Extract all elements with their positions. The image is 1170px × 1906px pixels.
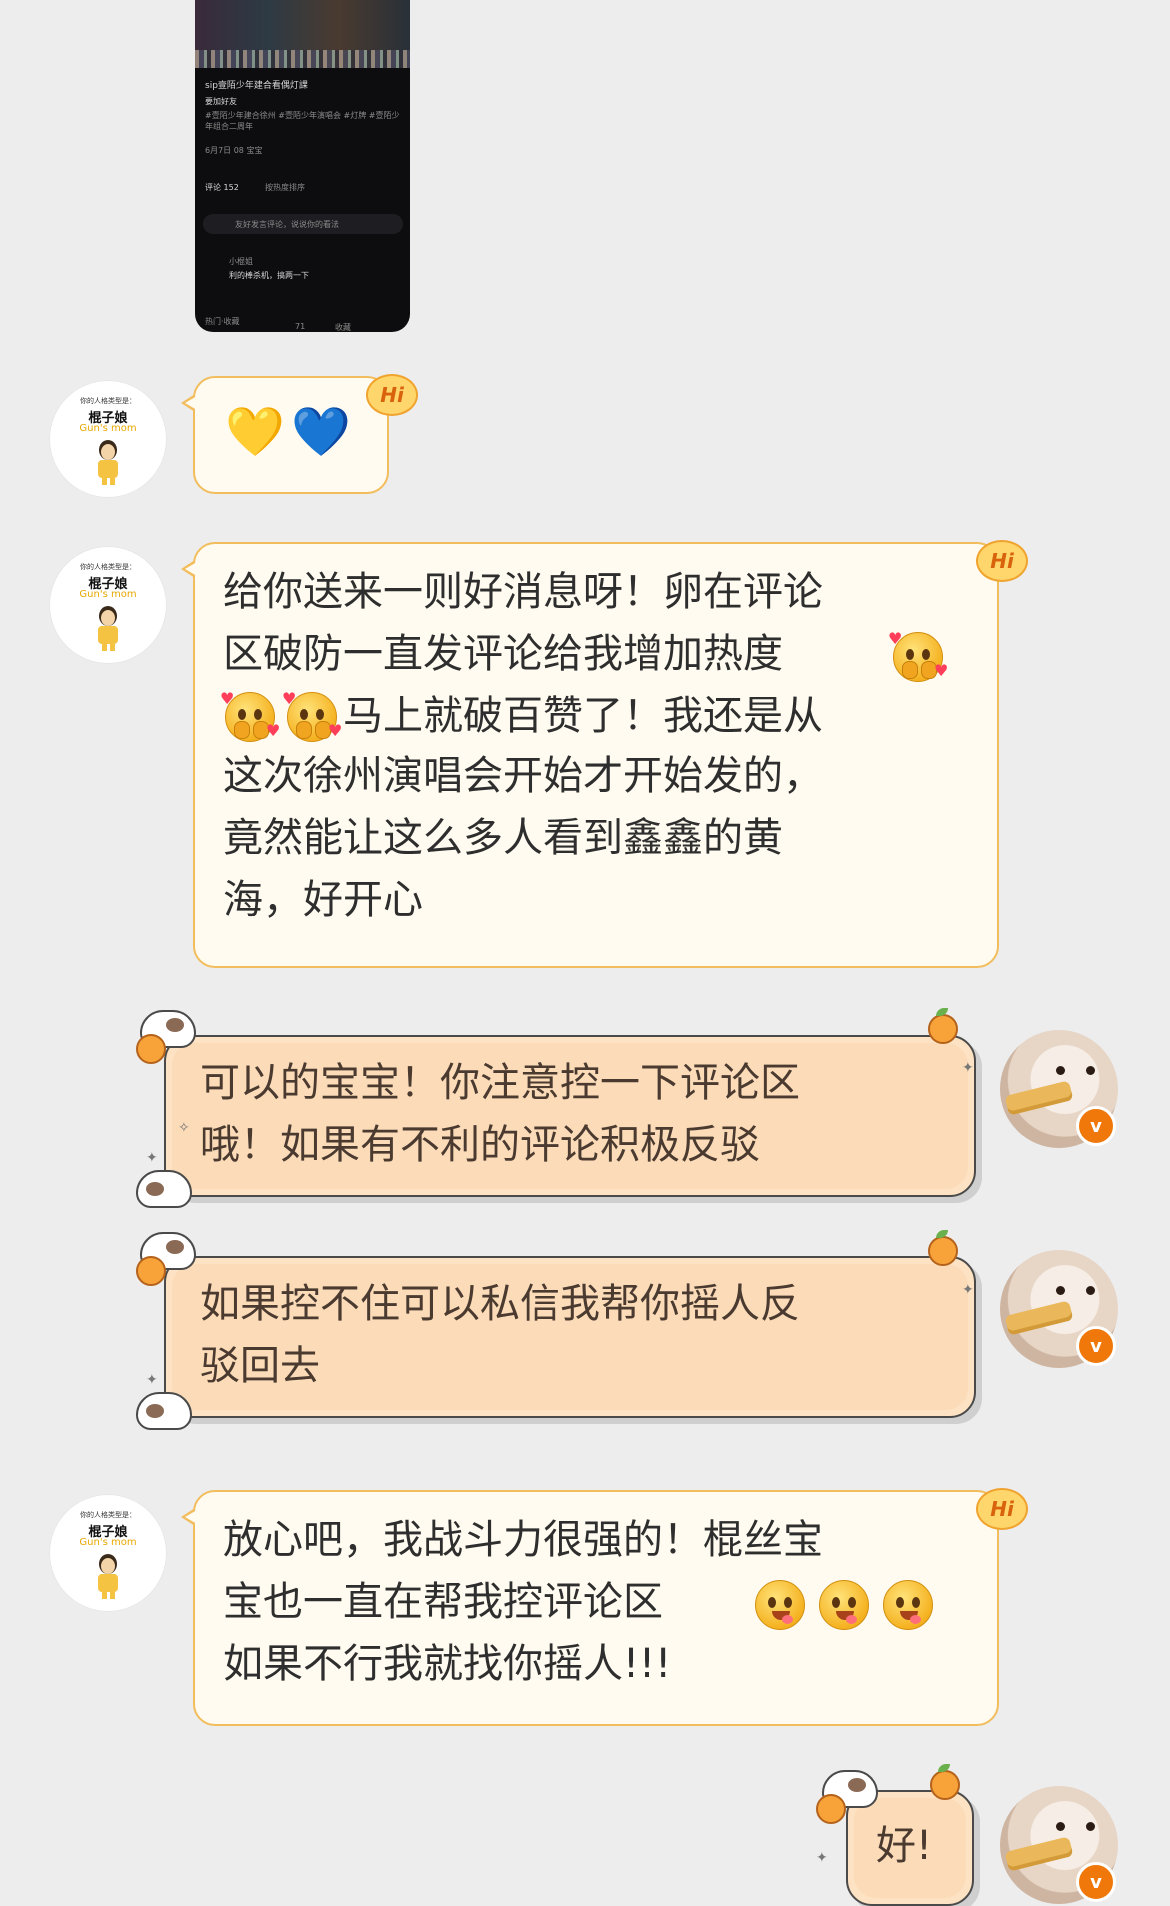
message-text-line: 好! — [876, 1823, 933, 1869]
user-avatar[interactable]: v — [1000, 1250, 1118, 1368]
avatar-en: Gun's mom — [79, 423, 137, 434]
message-text-line: 宝也一直在帮我控评论区 — [223, 1579, 663, 1625]
post-title: sip壹陌少年建合看偶灯課 — [205, 81, 308, 91]
contact-avatar[interactable]: 你的人格类型是： 棍子娘 Gun's mom — [49, 546, 167, 664]
post-like-count: 71 — [295, 322, 306, 331]
message-text-line: 这次徐州演唱会开始才开始发的， — [223, 753, 823, 799]
post-footer: 热门·收藏 — [205, 317, 240, 326]
post-sort: 按热度排序 — [265, 183, 305, 192]
blush-hearts-emoji-icon: ♥ ♥ — [888, 629, 949, 682]
message-text-line: 如果控不住可以私信我帮你摇人反 — [200, 1281, 800, 1327]
post-comment-count: 评论 152 — [205, 183, 239, 192]
yellow-heart-icon: 💛 — [225, 404, 285, 460]
hi-badge-icon: Hi — [976, 540, 1028, 582]
orange-sticker-icon — [928, 1014, 958, 1044]
yum-emoji-icon — [883, 1580, 933, 1630]
sparkle-icon: ✦ — [146, 1372, 158, 1388]
verified-badge-icon: v — [1076, 1326, 1116, 1366]
sparkle-icon: ✦ — [816, 1850, 828, 1866]
message-text-line: 马上就破百赞了！我还是从 — [343, 693, 823, 739]
hamster-sticker-icon — [136, 1392, 192, 1430]
message-bubble-reply-2[interactable]: 如果控不住可以私信我帮你摇人反 驳回去 — [164, 1256, 976, 1418]
orange-sticker-icon — [928, 1236, 958, 1266]
post-commenter: 小棍姐 — [229, 257, 253, 266]
message-bubble-reply-1[interactable]: 可以的宝宝！你注意控一下评论区 哦！如果有不利的评论积极反驳 — [164, 1035, 976, 1197]
message-text-line: 驳回去 — [200, 1343, 320, 1389]
message-text-line: 给你送来一则好消息呀！卵在评论 — [223, 569, 823, 615]
snack-icon — [1004, 1836, 1074, 1872]
snack-icon — [1004, 1080, 1074, 1116]
message-text-line: 海，好开心 — [223, 877, 423, 923]
post-date: 6月7日 08 宝宝 — [205, 146, 263, 155]
orange-sticker-icon — [136, 1256, 166, 1286]
contact-avatar[interactable]: 你的人格类型是： 棍子娘 Gun's mom — [49, 1494, 167, 1612]
blue-heart-icon: 💙 — [291, 404, 351, 460]
avatar-caption: 你的人格类型是： — [80, 1511, 136, 1519]
verified-badge-icon: v — [1076, 1106, 1116, 1146]
message-text-line: 可以的宝宝！你注意控一下评论区 — [200, 1060, 800, 1106]
person-figure-icon — [98, 606, 118, 651]
post-input-placeholder: 友好发言评论，说说你的看法 — [235, 220, 339, 229]
message-text-line: 哦！如果有不利的评论积极反驳 — [200, 1122, 760, 1168]
person-figure-icon — [98, 440, 118, 485]
avatar-caption: 你的人格类型是： — [80, 397, 136, 405]
sparkle-icon: ✦ — [962, 1282, 974, 1298]
user-avatar[interactable]: v — [1000, 1030, 1118, 1148]
blush-hearts-emoji-icon: ♥ ♥ — [282, 689, 343, 742]
hamster-sticker-icon — [136, 1170, 192, 1208]
orange-sticker-icon — [930, 1770, 960, 1800]
orange-sticker-icon — [816, 1794, 846, 1824]
snack-icon — [1004, 1300, 1074, 1336]
hi-badge-icon: Hi — [366, 374, 418, 416]
person-figure-icon — [98, 1554, 118, 1599]
avatar-en: Gun's mom — [79, 1537, 137, 1548]
yum-emoji-icon — [819, 1580, 869, 1630]
message-text-line: 如果不行我就找你摇人!!! — [223, 1641, 672, 1687]
contact-avatar[interactable]: 你的人格类型是： 棍子娘 Gun's mom — [49, 380, 167, 498]
post-line: 要加好友 — [205, 97, 237, 106]
sparkle-icon: ✧ — [178, 1120, 190, 1136]
message-bubble-confident[interactable]: 放心吧，我战斗力很强的！棍丝宝 宝也一直在帮我控评论区 如果不行我就找你摇人!!… — [181, 1490, 999, 1726]
avatar-caption: 你的人格类型是： — [80, 563, 136, 571]
message-text-line: 区破防一直发评论给我增加热度 — [223, 631, 783, 677]
message-text-line: 竟然能让这么多人看到鑫鑫的黄 — [223, 815, 783, 861]
post-comment: 利的棒杀机，搞两一下 — [229, 271, 309, 280]
avatar-en: Gun's mom — [79, 589, 137, 600]
orange-sticker-icon — [136, 1034, 166, 1064]
yum-emoji-icon — [755, 1580, 805, 1630]
shared-screenshot-image[interactable]: sip壹陌少年建合看偶灯課 要加好友 #壹陌少年建合徐州 #壹陌少年演唱会 #灯… — [195, 0, 410, 332]
user-avatar[interactable]: v — [1000, 1786, 1118, 1904]
verified-badge-icon: v — [1076, 1862, 1116, 1902]
sparkle-icon: ✦ — [146, 1150, 158, 1166]
message-text-line: 放心吧，我战斗力很强的！棍丝宝 — [223, 1517, 823, 1563]
message-bubble-hearts[interactable]: 💛 💙 — [181, 376, 389, 494]
post-fav: 收藏 — [335, 323, 351, 332]
sparkle-icon: ✦ — [962, 1060, 974, 1076]
blush-hearts-emoji-icon: ♥ ♥ — [220, 689, 281, 742]
message-bubble-good-news[interactable]: 给你送来一则好消息呀！卵在评论 区破防一直发评论给我增加热度 马上就破百赞了！我… — [181, 542, 999, 968]
post-hashtags: #壹陌少年建合徐州 #壹陌少年演唱会 #灯牌 #壹陌少年组合二周年 — [205, 111, 400, 131]
screenshot-stage-photo — [195, 0, 410, 68]
hi-badge-icon: Hi — [976, 1488, 1028, 1530]
